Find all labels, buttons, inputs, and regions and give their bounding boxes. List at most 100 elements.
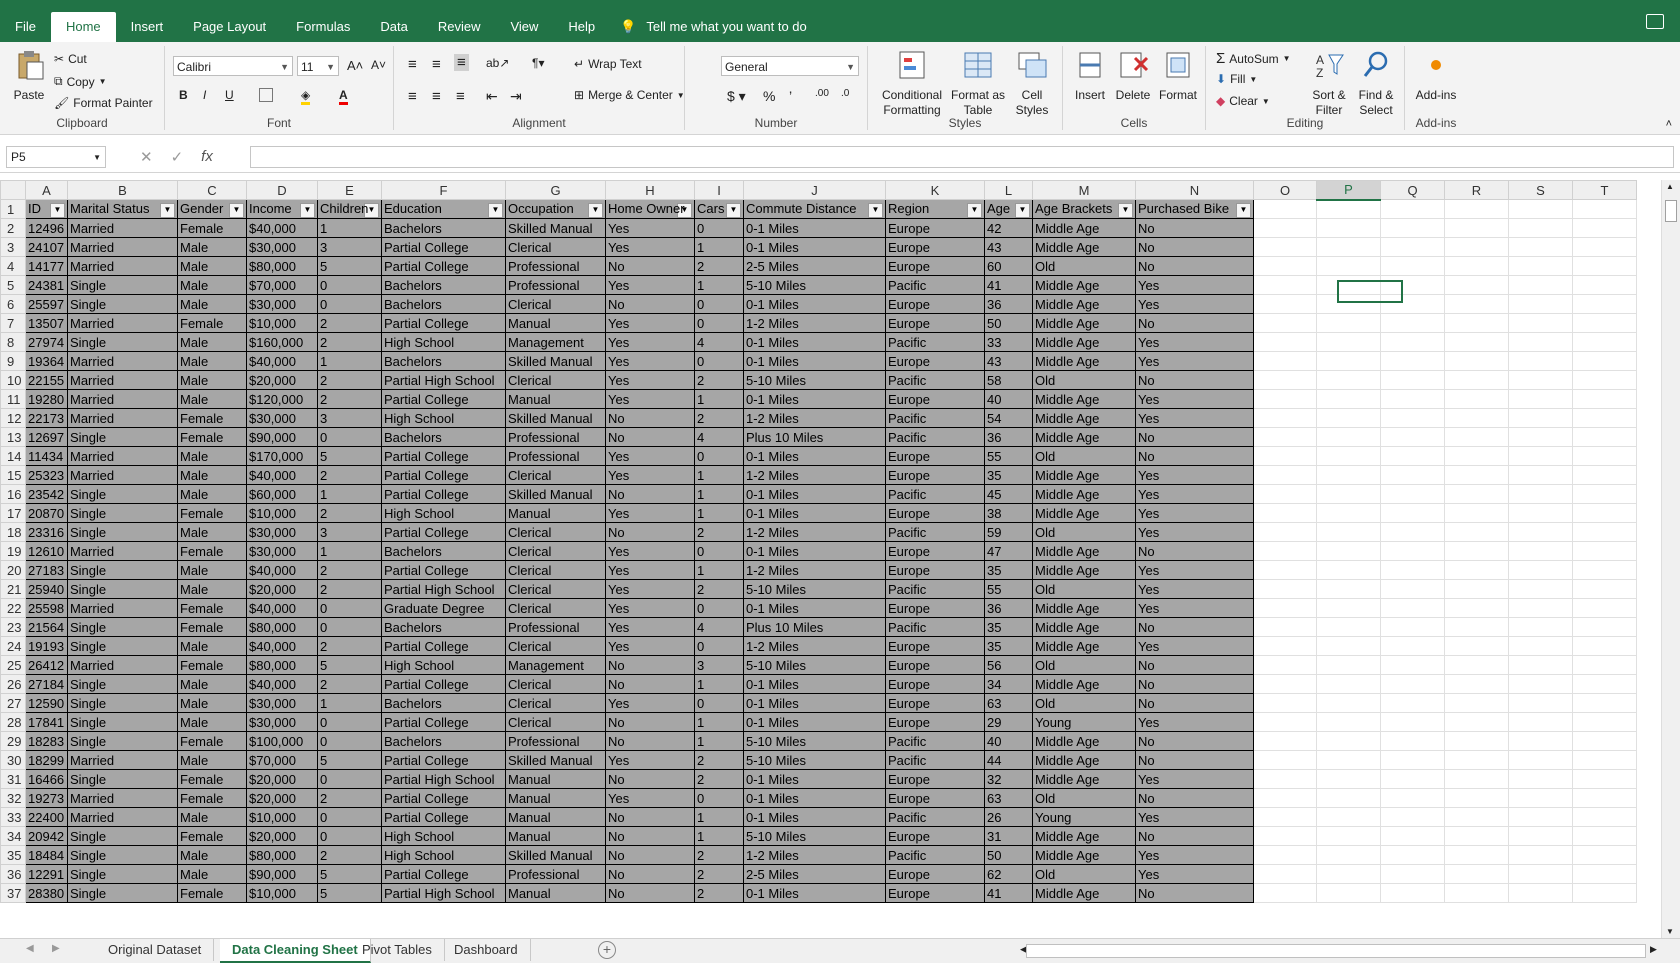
data-cell[interactable]: 0 — [694, 636, 744, 656]
data-cell[interactable]: $20,000 — [246, 769, 318, 789]
empty-cell[interactable] — [1508, 427, 1573, 447]
empty-cell[interactable] — [1316, 313, 1381, 333]
data-cell[interactable]: No — [1135, 750, 1254, 770]
data-cell[interactable]: Single — [67, 294, 178, 314]
empty-cell[interactable] — [1253, 199, 1317, 219]
column-header-l[interactable]: L — [984, 180, 1033, 200]
data-cell[interactable]: No — [1135, 731, 1254, 751]
data-cell[interactable]: Clerical — [505, 636, 606, 656]
data-cell[interactable]: 25323 — [25, 465, 68, 485]
borders-button[interactable] — [259, 88, 273, 102]
data-cell[interactable]: No — [1135, 446, 1254, 466]
data-cell[interactable]: 43 — [984, 351, 1033, 371]
data-cell[interactable]: Skilled Manual — [505, 845, 606, 865]
empty-cell[interactable] — [1253, 655, 1317, 675]
data-cell[interactable]: Middle Age — [1032, 465, 1136, 485]
empty-cell[interactable] — [1444, 655, 1509, 675]
data-cell[interactable]: Female — [177, 427, 247, 447]
data-cell[interactable]: Single — [67, 731, 178, 751]
data-cell[interactable]: 5-10 Miles — [743, 655, 886, 675]
filter-dropdown-icon[interactable]: ▼ — [229, 202, 244, 218]
empty-cell[interactable] — [1572, 503, 1637, 523]
empty-cell[interactable] — [1444, 294, 1509, 314]
empty-cell[interactable] — [1316, 446, 1381, 466]
empty-cell[interactable] — [1444, 807, 1509, 827]
data-cell[interactable]: Middle Age — [1032, 731, 1136, 751]
data-cell[interactable]: Married — [67, 351, 178, 371]
data-cell[interactable]: 27184 — [25, 674, 68, 694]
fill-button[interactable]: ⬇ Fill ▼ — [1216, 72, 1257, 86]
empty-cell[interactable] — [1380, 237, 1445, 257]
empty-cell[interactable] — [1572, 750, 1637, 770]
data-cell[interactable]: $20,000 — [246, 370, 318, 390]
empty-cell[interactable] — [1253, 636, 1317, 656]
empty-cell[interactable] — [1316, 636, 1381, 656]
data-cell[interactable]: No — [605, 712, 695, 732]
data-cell[interactable]: 22155 — [25, 370, 68, 390]
data-cell[interactable]: 1 — [317, 693, 382, 713]
empty-cell[interactable] — [1508, 446, 1573, 466]
data-cell[interactable]: 1-2 Miles — [743, 636, 886, 656]
data-cell[interactable]: Europe — [885, 788, 985, 808]
empty-cell[interactable] — [1253, 693, 1317, 713]
data-cell[interactable]: 0 — [694, 313, 744, 333]
row-header[interactable]: 20 — [0, 560, 26, 580]
empty-cell[interactable] — [1444, 256, 1509, 276]
data-cell[interactable]: 40 — [984, 389, 1033, 409]
data-cell[interactable]: No — [605, 674, 695, 694]
row-header[interactable]: 36 — [0, 864, 26, 884]
data-cell[interactable]: $10,000 — [246, 883, 318, 903]
data-cell[interactable]: 21564 — [25, 617, 68, 637]
data-cell[interactable]: Bachelors — [381, 275, 506, 295]
data-cell[interactable]: 2 — [694, 579, 744, 599]
data-cell[interactable]: Female — [177, 769, 247, 789]
data-cell[interactable]: 18299 — [25, 750, 68, 770]
data-cell[interactable]: Skilled Manual — [505, 351, 606, 371]
empty-cell[interactable] — [1444, 693, 1509, 713]
empty-cell[interactable] — [1508, 712, 1573, 732]
data-cell[interactable]: 1-2 Miles — [743, 560, 886, 580]
row-header[interactable]: 10 — [0, 370, 26, 390]
data-cell[interactable]: Yes — [605, 750, 695, 770]
data-cell[interactable]: Male — [177, 465, 247, 485]
empty-cell[interactable] — [1508, 864, 1573, 884]
empty-cell[interactable] — [1380, 218, 1445, 238]
row-header[interactable]: 17 — [0, 503, 26, 523]
data-cell[interactable]: 1 — [694, 712, 744, 732]
data-cell[interactable]: Europe — [885, 598, 985, 618]
data-cell[interactable]: 18484 — [25, 845, 68, 865]
data-cell[interactable]: Middle Age — [1032, 389, 1136, 409]
sheet-tab-data-cleaning-sheet[interactable]: Data Cleaning Sheet — [220, 939, 371, 963]
data-cell[interactable]: $70,000 — [246, 275, 318, 295]
row-header[interactable]: 30 — [0, 750, 26, 770]
data-cell[interactable]: Middle Age — [1032, 351, 1136, 371]
sheet-tab-dashboard[interactable]: Dashboard — [442, 939, 531, 961]
data-cell[interactable]: 1 — [317, 484, 382, 504]
data-cell[interactable]: Yes — [1135, 408, 1254, 428]
empty-cell[interactable] — [1444, 389, 1509, 409]
empty-cell[interactable] — [1253, 788, 1317, 808]
data-cell[interactable]: 1 — [694, 826, 744, 846]
data-cell[interactable]: Clerical — [505, 465, 606, 485]
row-header[interactable]: 24 — [0, 636, 26, 656]
empty-cell[interactable] — [1380, 712, 1445, 732]
data-cell[interactable]: Single — [67, 712, 178, 732]
column-header-h[interactable]: H — [605, 180, 695, 200]
data-cell[interactable]: Yes — [1135, 845, 1254, 865]
empty-cell[interactable] — [1444, 769, 1509, 789]
data-cell[interactable]: Yes — [605, 788, 695, 808]
data-cell[interactable]: Old — [1032, 370, 1136, 390]
data-cell[interactable]: $120,000 — [246, 389, 318, 409]
data-cell[interactable]: Married — [67, 370, 178, 390]
header-cell[interactable]: ▼ Occupation — [505, 199, 606, 219]
data-cell[interactable]: 59 — [984, 522, 1033, 542]
empty-cell[interactable] — [1572, 427, 1637, 447]
data-cell[interactable]: Single — [67, 617, 178, 637]
empty-cell[interactable] — [1380, 883, 1445, 903]
data-cell[interactable]: Europe — [885, 389, 985, 409]
data-cell[interactable]: Male — [177, 845, 247, 865]
data-cell[interactable]: 25940 — [25, 579, 68, 599]
data-cell[interactable]: Partial High School — [381, 883, 506, 903]
empty-cell[interactable] — [1572, 465, 1637, 485]
empty-cell[interactable] — [1444, 845, 1509, 865]
